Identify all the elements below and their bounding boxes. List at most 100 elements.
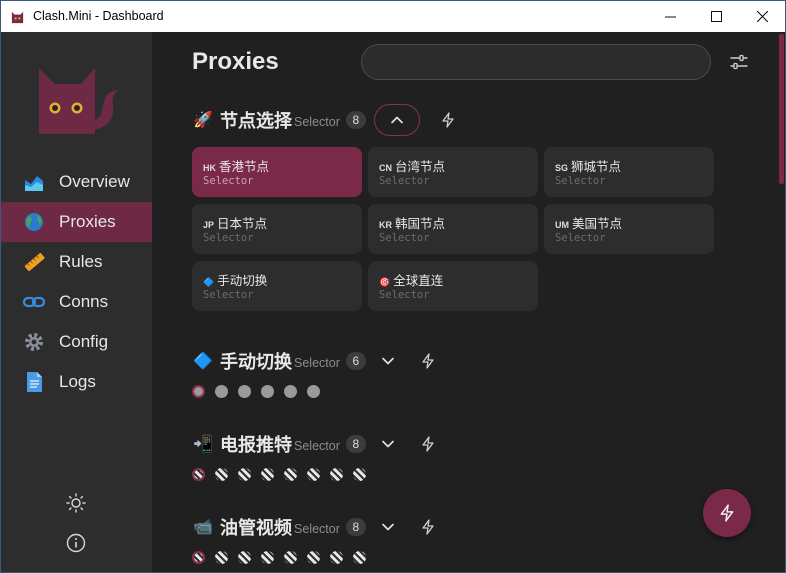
sidebar-item-logs[interactable]: Logs xyxy=(1,362,152,402)
lightning-icon xyxy=(720,504,734,522)
latency-test-button[interactable] xyxy=(418,351,438,371)
group-type: Selector xyxy=(294,115,340,129)
minimize-button[interactable] xyxy=(647,1,693,32)
proxy-group-header: 🚀 节点选择 Selector 8 xyxy=(192,104,458,136)
flag-label: CN xyxy=(379,163,392,173)
proxy-dot[interactable] xyxy=(307,551,320,564)
proxy-dot[interactable] xyxy=(330,468,343,481)
collapse-button[interactable] xyxy=(373,104,420,136)
proxy-card-manual[interactable]: 🔷 手动切换 Selector xyxy=(192,261,362,311)
close-icon xyxy=(756,11,768,22)
proxy-dot[interactable] xyxy=(284,551,297,564)
minimize-icon xyxy=(664,16,676,18)
proxy-card-direct[interactable]: 🎯 全球直连 Selector xyxy=(368,261,538,311)
proxy-dot[interactable] xyxy=(261,468,274,481)
proxy-dot[interactable] xyxy=(215,551,228,564)
expand-button[interactable] xyxy=(376,432,400,456)
flag-label: JP xyxy=(203,220,215,230)
test-all-latency-button[interactable] xyxy=(703,489,751,537)
theme-toggle-icon[interactable] xyxy=(65,492,87,514)
proxy-type: Selector xyxy=(203,175,254,187)
search-input[interactable] xyxy=(361,44,711,80)
proxy-card-name: UM 美国节点 xyxy=(555,213,622,232)
proxy-type: Selector xyxy=(379,289,430,301)
proxy-dot[interactable] xyxy=(307,468,320,481)
flag-label: SG xyxy=(555,163,569,173)
proxy-name: 手动切换 xyxy=(217,274,268,288)
proxy-group-header: 📹 油管视频 Selector 8 xyxy=(192,512,438,542)
proxy-card-name: JP 日本节点 xyxy=(203,213,267,232)
sidebar-item-conns[interactable]: Conns xyxy=(1,282,152,322)
proxy-dot[interactable] xyxy=(353,468,366,481)
proxy-dot[interactable] xyxy=(238,468,251,481)
expand-button[interactable] xyxy=(376,515,400,539)
group-name: 手动切换 xyxy=(220,352,292,372)
proxy-name: 香港节点 xyxy=(219,160,270,174)
proxy-type: Selector xyxy=(203,289,254,301)
proxy-name: 美国节点 xyxy=(572,217,623,231)
filter-settings-icon[interactable] xyxy=(729,52,749,72)
latency-test-button[interactable] xyxy=(418,517,438,537)
proxy-card-jp[interactable]: JP 日本节点 Selector xyxy=(192,204,362,254)
flag-label: HK xyxy=(203,163,216,173)
proxy-card-cn[interactable]: CN 台湾节点 Selector xyxy=(368,147,538,197)
expand-button[interactable] xyxy=(376,349,400,373)
proxy-type: Selector xyxy=(555,175,606,187)
latency-test-button[interactable] xyxy=(438,110,458,130)
proxy-dot[interactable] xyxy=(192,551,205,564)
proxy-dot[interactable] xyxy=(261,385,274,398)
sidebar-item-rules[interactable]: Rules xyxy=(1,242,152,282)
proxy-dot[interactable] xyxy=(238,551,251,564)
proxy-type: Selector xyxy=(203,232,254,244)
app-window: Clash.Mini - Dashboard Overview Proxies … xyxy=(0,0,786,573)
proxy-card-sg[interactable]: SG 狮城节点 Selector xyxy=(544,147,714,197)
flag-label: UM xyxy=(555,220,569,230)
sidebar-item-label: Proxies xyxy=(59,212,116,231)
scrollbar-thumb[interactable] xyxy=(779,34,784,184)
proxy-dot[interactable] xyxy=(238,385,251,398)
sidebar-item-label: Logs xyxy=(59,372,96,391)
group-type: Selector xyxy=(294,439,340,453)
proxy-dots-row xyxy=(192,551,376,565)
proxy-dot[interactable] xyxy=(284,468,297,481)
chart-icon xyxy=(25,176,43,191)
proxy-dot[interactable] xyxy=(330,551,343,564)
proxy-dot[interactable] xyxy=(192,385,205,398)
proxy-dot[interactable] xyxy=(215,468,228,481)
proxy-card-name: SG 狮城节点 xyxy=(555,156,621,175)
proxy-card-kr[interactable]: KR 韩国节点 Selector xyxy=(368,204,538,254)
sidebar-item-config[interactable]: Config xyxy=(1,322,152,362)
proxy-type: Selector xyxy=(379,175,430,187)
proxy-card-name: 🔷 手动切换 xyxy=(203,270,267,289)
sidebar-item-proxies[interactable]: Proxies xyxy=(1,202,152,242)
proxy-dot[interactable] xyxy=(261,551,274,564)
proxy-card-um[interactable]: UM 美国节点 Selector xyxy=(544,204,714,254)
proxy-group-header: 🔷 手动切换 Selector 6 xyxy=(192,346,438,376)
maximize-button[interactable] xyxy=(693,1,739,32)
target-icon: 🎯 xyxy=(379,277,391,287)
proxy-dot[interactable] xyxy=(284,385,297,398)
window-title: Clash.Mini - Dashboard xyxy=(33,9,164,23)
proxy-dot[interactable] xyxy=(192,468,205,481)
info-icon[interactable] xyxy=(65,532,87,554)
lightning-icon xyxy=(442,112,454,128)
proxy-dot[interactable] xyxy=(307,385,320,398)
document-icon xyxy=(27,372,42,392)
ruler-icon xyxy=(24,253,45,272)
video-icon: 📹 xyxy=(193,519,213,536)
close-button[interactable] xyxy=(739,1,785,32)
proxy-card-name: HK 香港节点 xyxy=(203,156,269,175)
proxy-dots-row xyxy=(192,385,330,399)
sidebar-item-overview[interactable]: Overview xyxy=(1,162,152,202)
group-count-badge: 8 xyxy=(345,435,366,453)
group-type: Selector xyxy=(294,356,340,370)
sidebar-item-label: Conns xyxy=(59,292,109,311)
maximize-icon xyxy=(710,11,722,22)
latency-test-button[interactable] xyxy=(418,434,438,454)
proxy-dot[interactable] xyxy=(215,385,228,398)
proxy-card-hk[interactable]: HK 香港节点 Selector xyxy=(192,147,362,197)
lightning-icon xyxy=(422,353,434,369)
diamond-icon: 🔷 xyxy=(203,277,215,287)
page-title: Proxies xyxy=(192,48,279,75)
proxy-dot[interactable] xyxy=(353,551,366,564)
